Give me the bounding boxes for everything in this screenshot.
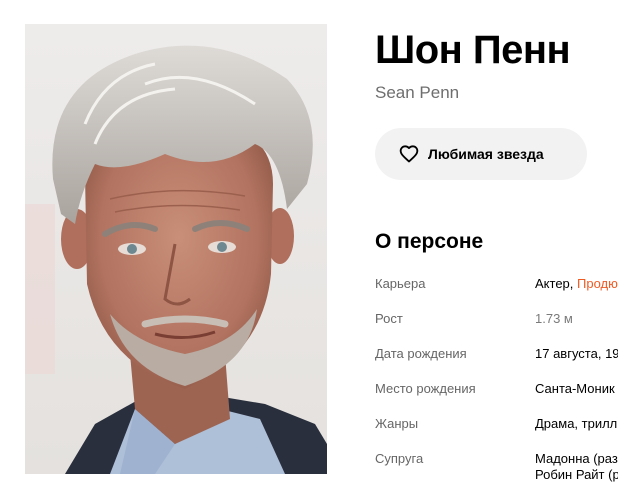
person-name: Шон Пенн	[375, 28, 571, 72]
fact-value: 1.73 м	[535, 311, 573, 326]
spouse-link[interactable]: Робин Райт (р	[535, 467, 618, 483]
spouse-link[interactable]: Мадонна (раз	[535, 451, 618, 467]
fact-key: Жанры	[375, 416, 419, 431]
fact-row-genres: Жанры Драма, трилл	[375, 410, 618, 444]
person-photo	[25, 24, 327, 474]
fact-value: Актер, Продю	[535, 276, 618, 292]
fact-value[interactable]: Санта-Моник	[535, 381, 618, 397]
favorite-star-button[interactable]: Любимая звезда	[375, 128, 587, 180]
person-page: Шон Пенн Sean Penn Любимая звезда О перс…	[0, 0, 618, 488]
fact-value[interactable]: 17 августа, 19	[535, 346, 618, 362]
fact-value[interactable]: Драма, трилл	[535, 416, 618, 432]
fact-key: Карьера	[375, 276, 426, 291]
fact-value: Мадонна (раз Робин Райт (р	[535, 451, 618, 483]
fact-row-spouse: Супруга Мадонна (раз Робин Райт (р	[375, 445, 618, 488]
fact-key: Место рождения	[375, 381, 476, 396]
fact-key: Рост	[375, 311, 403, 326]
fact-row-height: Рост 1.73 м	[375, 305, 618, 339]
fact-row-birth-place: Место рождения Санта-Моник	[375, 375, 618, 409]
heart-outline-icon	[399, 144, 419, 164]
fact-value-text: Актер,	[535, 276, 577, 291]
fact-row-birth-date: Дата рождения 17 августа, 19	[375, 340, 618, 374]
person-original-name: Sean Penn	[375, 83, 460, 102]
fact-key: Супруга	[375, 451, 424, 466]
favorite-star-label: Любимая звезда	[428, 146, 544, 162]
fact-value-link[interactable]: Продю	[577, 276, 618, 291]
fact-key: Дата рождения	[375, 346, 467, 361]
fact-row-career: Карьера Актер, Продю	[375, 270, 618, 304]
about-section-title: О персоне	[375, 230, 484, 253]
